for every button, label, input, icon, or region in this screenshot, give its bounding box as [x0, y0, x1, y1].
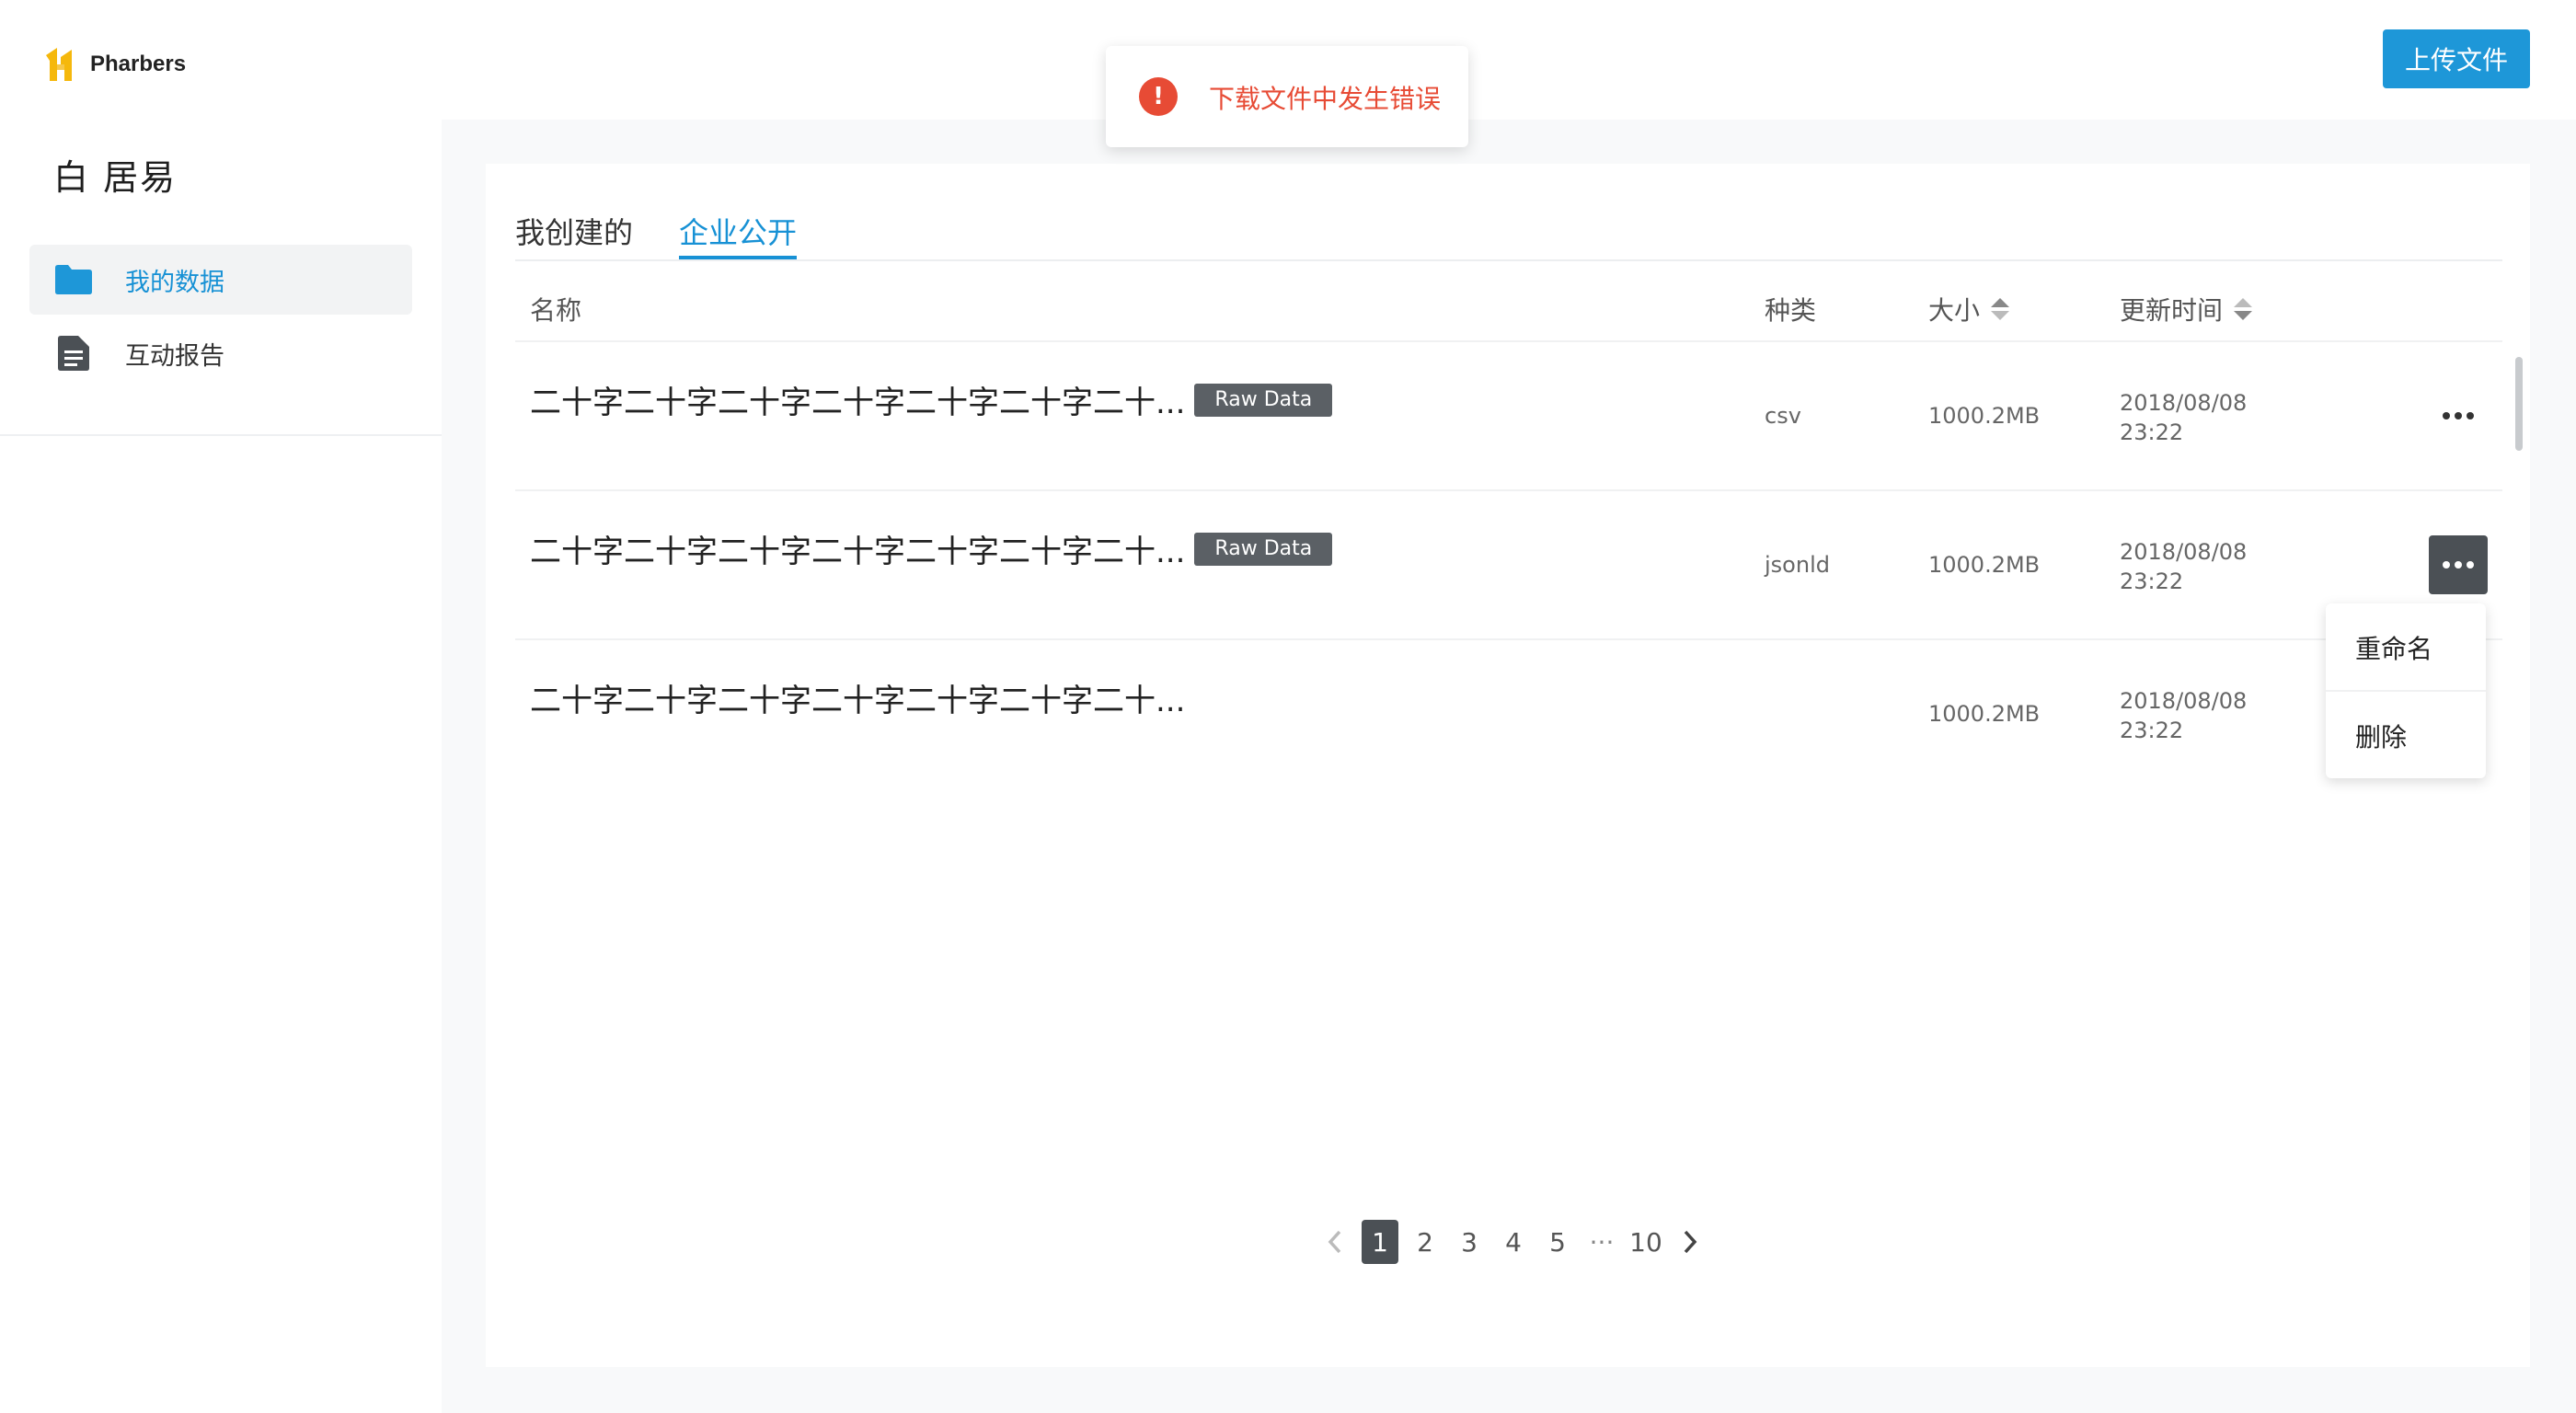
- updated-date: 2018/08/08: [2120, 390, 2248, 416]
- column-header-size[interactable]: 大小: [1928, 291, 2010, 327]
- folder-icon: [53, 259, 94, 300]
- column-header-type: 种类: [1765, 295, 1817, 326]
- pagination: 1 2 3 4 5 ··· 10: [1317, 1220, 1717, 1264]
- more-horizontal-icon: [2443, 561, 2474, 569]
- column-header-name: 名称: [530, 295, 582, 326]
- sidebar-item-reports[interactable]: 互动报告: [29, 318, 412, 388]
- file-name[interactable]: 二十字二十字二十字二十字二十字二十字二十...: [530, 526, 1185, 571]
- logo[interactable]: Pharbers: [42, 44, 186, 85]
- menu-divider: [2326, 690, 2486, 692]
- column-header-updated[interactable]: 更新时间: [2120, 291, 2253, 327]
- delete-menu-item[interactable]: 删除: [2355, 718, 2407, 754]
- file-size: 1000.2MB: [1928, 552, 2041, 578]
- chevron-left-icon: [1328, 1230, 1341, 1254]
- updated-clock: 23:22: [2120, 569, 2184, 594]
- updated-time: 2018/08/08 23:22: [2120, 686, 2247, 745]
- file-name-cell: 二十字二十字二十字二十字二十字二十字二十... Raw Data: [530, 526, 1333, 571]
- file-type: csv: [1765, 403, 1801, 429]
- sidebar: Pharbers 白 居易 我的数据 互动报告: [0, 0, 442, 1413]
- file-name-cell: 二十字二十字二十字二十字二十字二十字二十... Raw Data: [530, 377, 1333, 422]
- sidebar-item-my-data[interactable]: 我的数据: [29, 245, 412, 315]
- tab-created-by-me[interactable]: 我创建的: [515, 210, 633, 258]
- error-icon: !: [1139, 77, 1178, 116]
- file-size: 1000.2MB: [1928, 403, 2041, 429]
- column-header-size-label: 大小: [1928, 295, 1981, 326]
- more-options-button[interactable]: [2429, 535, 2488, 594]
- raw-data-tag: Raw Data: [1194, 383, 1333, 417]
- error-toast: ! 下载文件中发生错误: [1106, 46, 1468, 147]
- column-header-updated-label: 更新时间: [2120, 295, 2224, 326]
- file-size: 1000.2MB: [1928, 701, 2041, 727]
- toast-message: 下载文件中发生错误: [1209, 84, 1442, 114]
- brand-name: Pharbers: [90, 52, 187, 76]
- table-row[interactable]: 二十字二十字二十字二十字二十字二十字二十... 1000.2MB 2018/08…: [515, 640, 2502, 787]
- page-1-button[interactable]: 1: [1362, 1220, 1398, 1264]
- page-4-button[interactable]: 4: [1496, 1220, 1531, 1264]
- sidebar-divider: [0, 434, 442, 436]
- rename-menu-item[interactable]: 重命名: [2355, 629, 2432, 666]
- next-page-button[interactable]: [1673, 1220, 1708, 1264]
- sidebar-item-label: 我的数据: [125, 268, 224, 297]
- document-icon: [53, 333, 94, 373]
- pagination-ellipsis: ···: [1589, 1226, 1615, 1258]
- table-scrollbar[interactable]: [2515, 357, 2523, 451]
- raw-data-tag: Raw Data: [1194, 532, 1333, 566]
- page-10-button[interactable]: 10: [1628, 1220, 1663, 1264]
- file-name-cell: 二十字二十字二十字二十字二十字二十字二十...: [530, 675, 1185, 720]
- previous-page-button[interactable]: [1317, 1220, 1352, 1264]
- more-horizontal-icon: [2443, 412, 2474, 419]
- file-type: jsonld: [1765, 552, 1830, 578]
- page-2-button[interactable]: 2: [1408, 1220, 1443, 1264]
- updated-date: 2018/08/08: [2120, 688, 2248, 714]
- page-5-button[interactable]: 5: [1540, 1220, 1575, 1264]
- updated-time: 2018/08/08 23:22: [2120, 537, 2247, 596]
- updated-clock: 23:22: [2120, 718, 2184, 743]
- tab-enterprise-public[interactable]: 企业公开: [679, 210, 798, 259]
- updated-clock: 23:22: [2120, 419, 2184, 445]
- upload-file-button[interactable]: 上传文件: [2383, 29, 2530, 88]
- table-header: 名称 种类 大小 更新时间: [515, 276, 2502, 342]
- sort-icon[interactable]: [1991, 298, 2010, 320]
- page-3-button[interactable]: 3: [1452, 1220, 1487, 1264]
- chevron-right-icon: [1684, 1230, 1697, 1254]
- row-actions-menu: 重命名 删除: [2326, 603, 2486, 778]
- file-name[interactable]: 二十字二十字二十字二十字二十字二十字二十...: [530, 675, 1185, 720]
- pharbers-logo-icon: [46, 48, 72, 81]
- table-row[interactable]: 二十字二十字二十字二十字二十字二十字二十... Raw Data csv 100…: [515, 342, 2502, 491]
- tab-bar: 我创建的 企业公开: [515, 210, 2502, 261]
- updated-time: 2018/08/08 23:22: [2120, 388, 2247, 447]
- updated-date: 2018/08/08: [2120, 539, 2248, 565]
- sort-icon[interactable]: [2234, 298, 2253, 320]
- file-name[interactable]: 二十字二十字二十字二十字二十字二十字二十...: [530, 377, 1185, 422]
- top-bar: 上传文件: [442, 0, 2576, 120]
- sidebar-nav: 我的数据 互动报告: [29, 245, 412, 392]
- sidebar-item-label: 互动报告: [125, 341, 224, 371]
- user-name: 白 居易: [53, 157, 178, 198]
- table-row[interactable]: 二十字二十字二十字二十字二十字二十字二十... Raw Data jsonld …: [515, 491, 2502, 640]
- more-options-button[interactable]: [2429, 386, 2488, 445]
